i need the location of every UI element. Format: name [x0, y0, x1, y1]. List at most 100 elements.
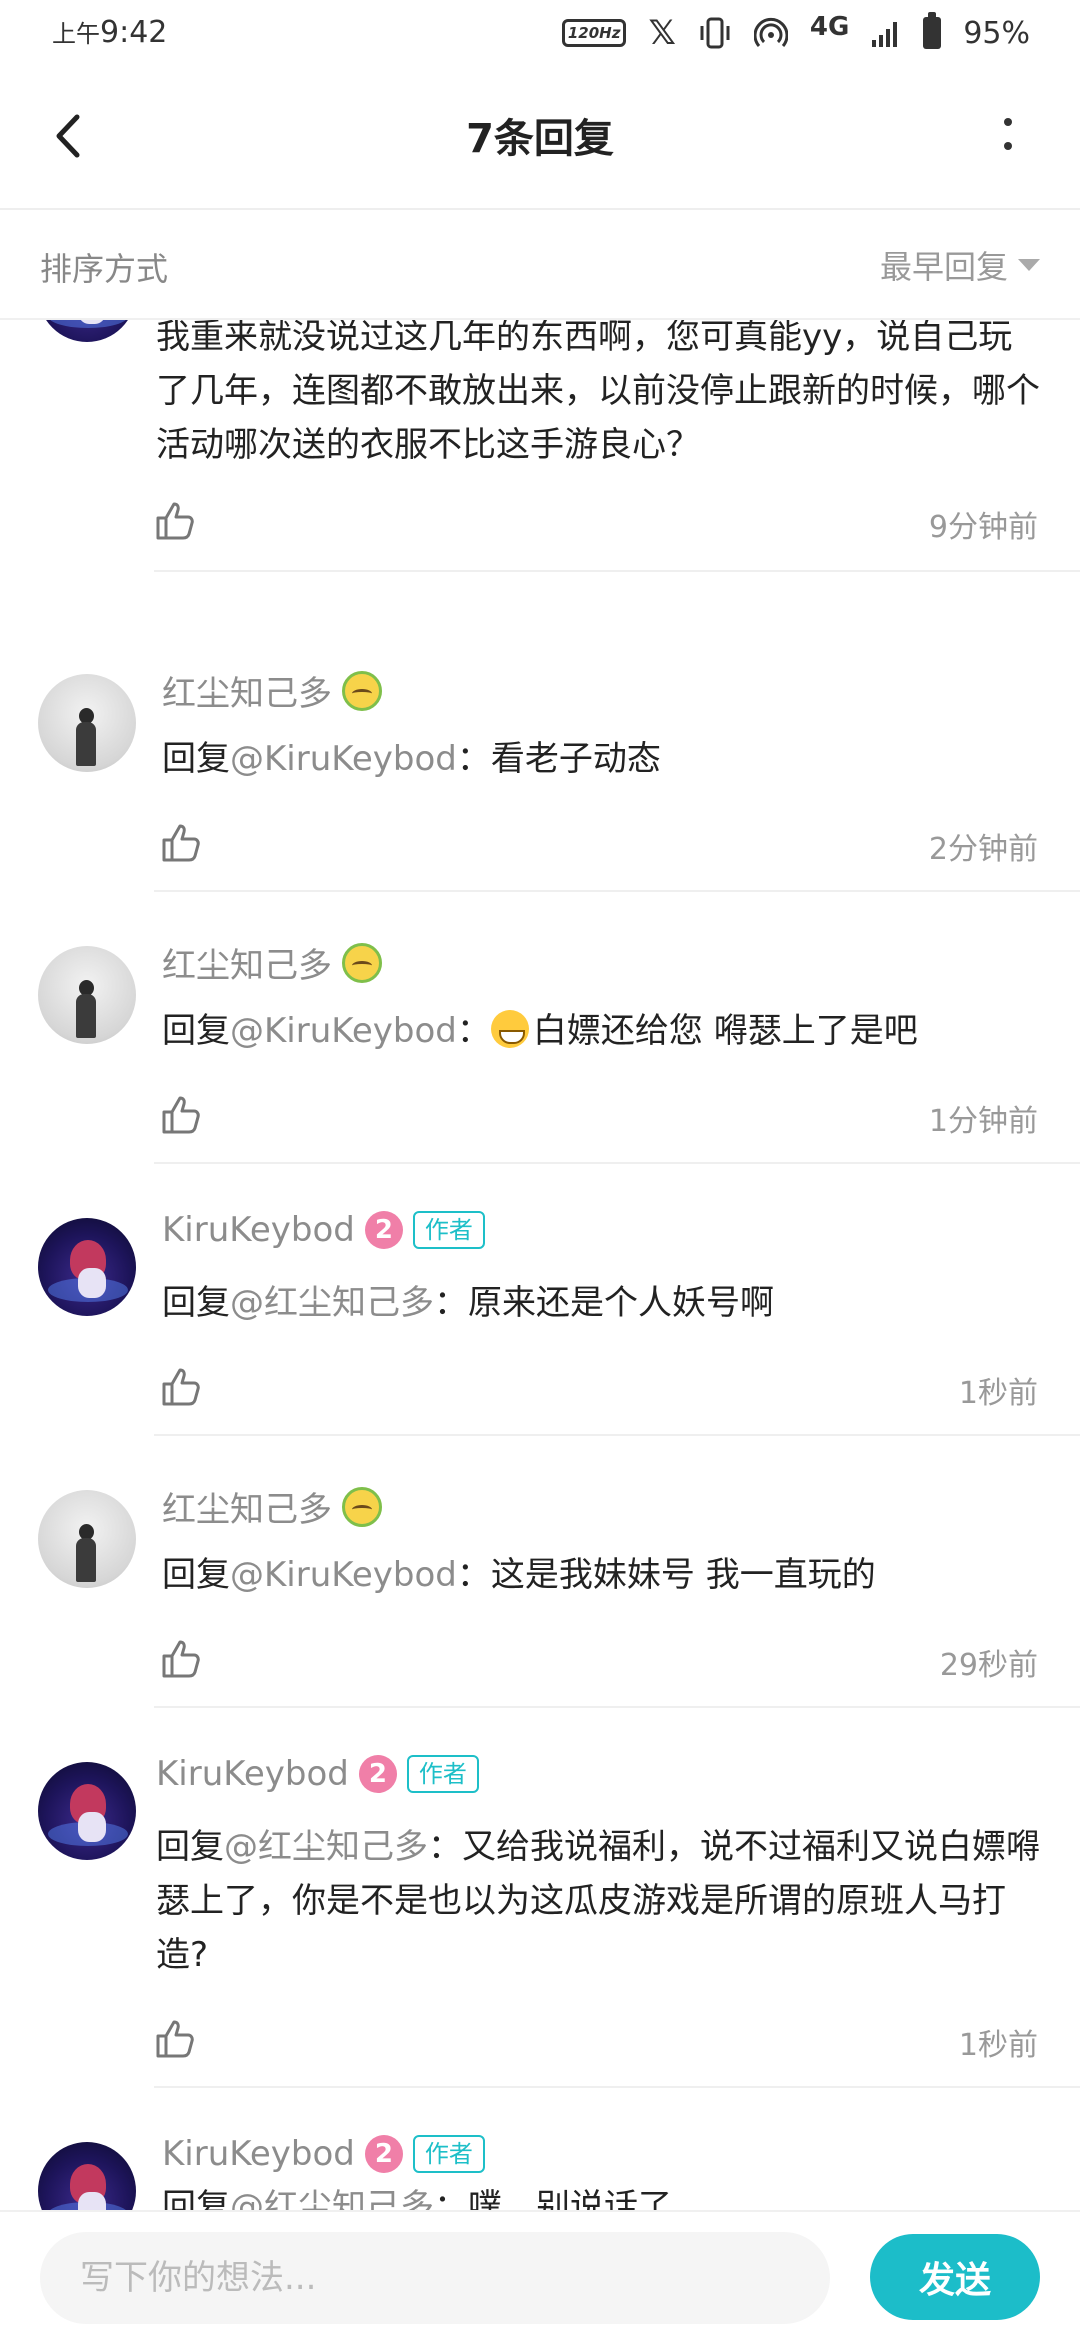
battery-percent: 95%: [963, 15, 1030, 51]
comment-text: 回复@红尘知己多：又给我说福利，说不过福利又说白嫖嘚瑟上了，你是不是也以为这瓜皮…: [156, 1820, 1046, 1982]
comment-body: ：看老子动态: [456, 739, 661, 779]
author-name[interactable]: 红尘知己多: [162, 1482, 332, 1531]
avatar[interactable]: [38, 1490, 136, 1588]
status-time: 上午9:42: [52, 14, 167, 50]
divider: [154, 1434, 1080, 1436]
text-prefix: ：: [456, 1011, 491, 1051]
comment-text: 回复@红尘知己多：噗，别说话了: [162, 2180, 1052, 2210]
name-row: 红尘知己多: [162, 666, 382, 715]
comment-time: 1秒前: [958, 1376, 1038, 1411]
mention-link[interactable]: @红尘知己多: [230, 2187, 434, 2210]
comment-text: 我重来就没说过这几年的东西啊，您可真能yy，说自己玩了几年，连图都不敢放出来，以…: [156, 320, 1046, 472]
reply-prefix: 回复: [162, 2187, 230, 2210]
author-name[interactable]: KiruKeybod: [162, 2134, 355, 2174]
signal-icon: [871, 13, 901, 53]
level-badge: 2: [364, 1211, 403, 1249]
network-type: 4G: [809, 12, 850, 42]
divider: [154, 1162, 1080, 1164]
app-header: 7条回复: [0, 66, 1080, 210]
avatar-frame-emoji-icon: [342, 942, 382, 983]
thumbs-up-icon[interactable]: [160, 1092, 204, 1136]
mention-link[interactable]: @KiruKeybod: [230, 739, 457, 779]
avatar[interactable]: [38, 674, 136, 772]
divider: [154, 1706, 1080, 1708]
status-ampm: 上午: [52, 20, 100, 48]
comment-text: 回复@红尘知己多：原来还是个人妖号啊: [162, 1276, 1052, 1330]
mention-link[interactable]: @红尘知己多: [224, 1827, 428, 1867]
level-badge: 2: [358, 1755, 397, 1793]
comment-text: 回复@KiruKeybod：看老子动态: [162, 732, 1052, 786]
name-row: KiruKeybod 2 作者: [156, 1754, 479, 1794]
grinning-sweat-emoji-icon: [490, 1010, 529, 1048]
author-name[interactable]: 红尘知己多: [162, 938, 332, 987]
level-badge: 2: [364, 2135, 403, 2173]
comment-body: 白嫖还给您 嘚瑟上了是吧: [532, 1011, 918, 1051]
status-bar: 上午9:42 120Hz 𝕏 4G 95%: [0, 0, 1080, 66]
send-button[interactable]: 发送: [870, 2234, 1040, 2320]
thumbs-up-icon[interactable]: [160, 1364, 204, 1408]
avatar[interactable]: [38, 2142, 136, 2210]
comment-body: ：原来还是个人妖号啊: [434, 1283, 774, 1323]
status-clock: 9:42: [100, 15, 168, 50]
comment-time: 2分钟前: [928, 832, 1038, 867]
avatar[interactable]: [38, 320, 136, 342]
name-row: KiruKeybod 2 作者: [162, 2134, 485, 2174]
thumbs-up-icon[interactable]: [154, 2016, 198, 2060]
vibrate-icon: [698, 13, 732, 53]
reply-prefix: 回复: [162, 1555, 230, 1595]
comment-time: 29秒前: [939, 1648, 1038, 1683]
x-logo-icon: 𝕏: [648, 13, 676, 53]
chevron-down-icon: [1018, 259, 1040, 271]
comment-text: 回复@KiruKeybod： 白嫖还给您 嘚瑟上了是吧: [162, 1004, 1052, 1058]
reply-list[interactable]: 我重来就没说过这几年的东西啊，您可真能yy，说自己玩了几年，连图都不敢放出来，以…: [0, 320, 1080, 2210]
sort-label: 排序方式: [40, 250, 169, 288]
comment-replies-screen: 上午9:42 120Hz 𝕏 4G 95% 7条回复 排序方式 最早回复 我重来…: [0, 0, 1080, 2340]
avatar[interactable]: [38, 946, 136, 1044]
comment-body: 我重来就没说过这几年的东西啊，您可真能yy，说自己玩了几年，连图都不敢放出来，以…: [156, 320, 1040, 465]
author-name[interactable]: 红尘知己多: [162, 666, 332, 715]
thumbs-up-icon[interactable]: [154, 498, 198, 542]
comment-text: 回复@KiruKeybod：这是我妹妹号 我一直玩的: [162, 1548, 1052, 1602]
reply-prefix: 回复: [162, 1011, 230, 1051]
sort-dropdown[interactable]: 最早回复: [880, 242, 1040, 288]
name-row: KiruKeybod 2 作者: [162, 1210, 485, 1250]
sort-bar: 排序方式 最早回复: [0, 210, 1080, 320]
reply-prefix: 回复: [162, 1283, 230, 1323]
name-row: 红尘知己多: [162, 1482, 382, 1531]
comment-time: 1秒前: [958, 2028, 1038, 2063]
avatar[interactable]: [38, 1762, 136, 1860]
more-vertical-icon: [1004, 118, 1012, 150]
author-name[interactable]: KiruKeybod: [162, 1210, 355, 1250]
thumbs-up-icon[interactable]: [160, 820, 204, 864]
thumbs-up-icon[interactable]: [160, 1636, 204, 1680]
composer-bar: 发送: [0, 2210, 1080, 2340]
avatar-frame-emoji-icon: [342, 1486, 382, 1527]
page-title: 7条回复: [466, 116, 614, 162]
comment-time: 1分钟前: [928, 1104, 1038, 1139]
author-tag: 作者: [412, 2135, 485, 2173]
hotspot-icon: [753, 13, 788, 53]
refresh-rate-icon: 120Hz: [561, 19, 627, 47]
author-tag: 作者: [406, 1755, 479, 1793]
avatar[interactable]: [38, 1218, 136, 1316]
comment-input[interactable]: [40, 2232, 830, 2324]
sort-selected-value: 最早回复: [879, 248, 1008, 286]
avatar-frame-emoji-icon: [342, 670, 382, 711]
comment-time: 9分钟前: [928, 510, 1038, 545]
reply-prefix: 回复: [162, 739, 230, 779]
comment-body: ：这是我妹妹号 我一直玩的: [456, 1555, 876, 1595]
status-icons: 120Hz 𝕏 4G 95%: [561, 10, 1030, 56]
battery-icon: [923, 12, 942, 53]
author-name[interactable]: KiruKeybod: [156, 1754, 349, 1794]
mention-link[interactable]: @KiruKeybod: [230, 1555, 457, 1595]
author-tag: 作者: [412, 1211, 485, 1249]
reply-prefix: 回复: [156, 1827, 224, 1867]
mention-link[interactable]: @KiruKeybod: [230, 1011, 457, 1051]
divider: [154, 890, 1080, 892]
mention-link[interactable]: @红尘知己多: [230, 1283, 434, 1323]
divider: [154, 570, 1080, 572]
name-row: 红尘知己多: [162, 938, 382, 987]
comment-body: ：噗，别说话了: [434, 2187, 672, 2210]
divider: [154, 2086, 1080, 2088]
more-button[interactable]: [976, 104, 1040, 168]
